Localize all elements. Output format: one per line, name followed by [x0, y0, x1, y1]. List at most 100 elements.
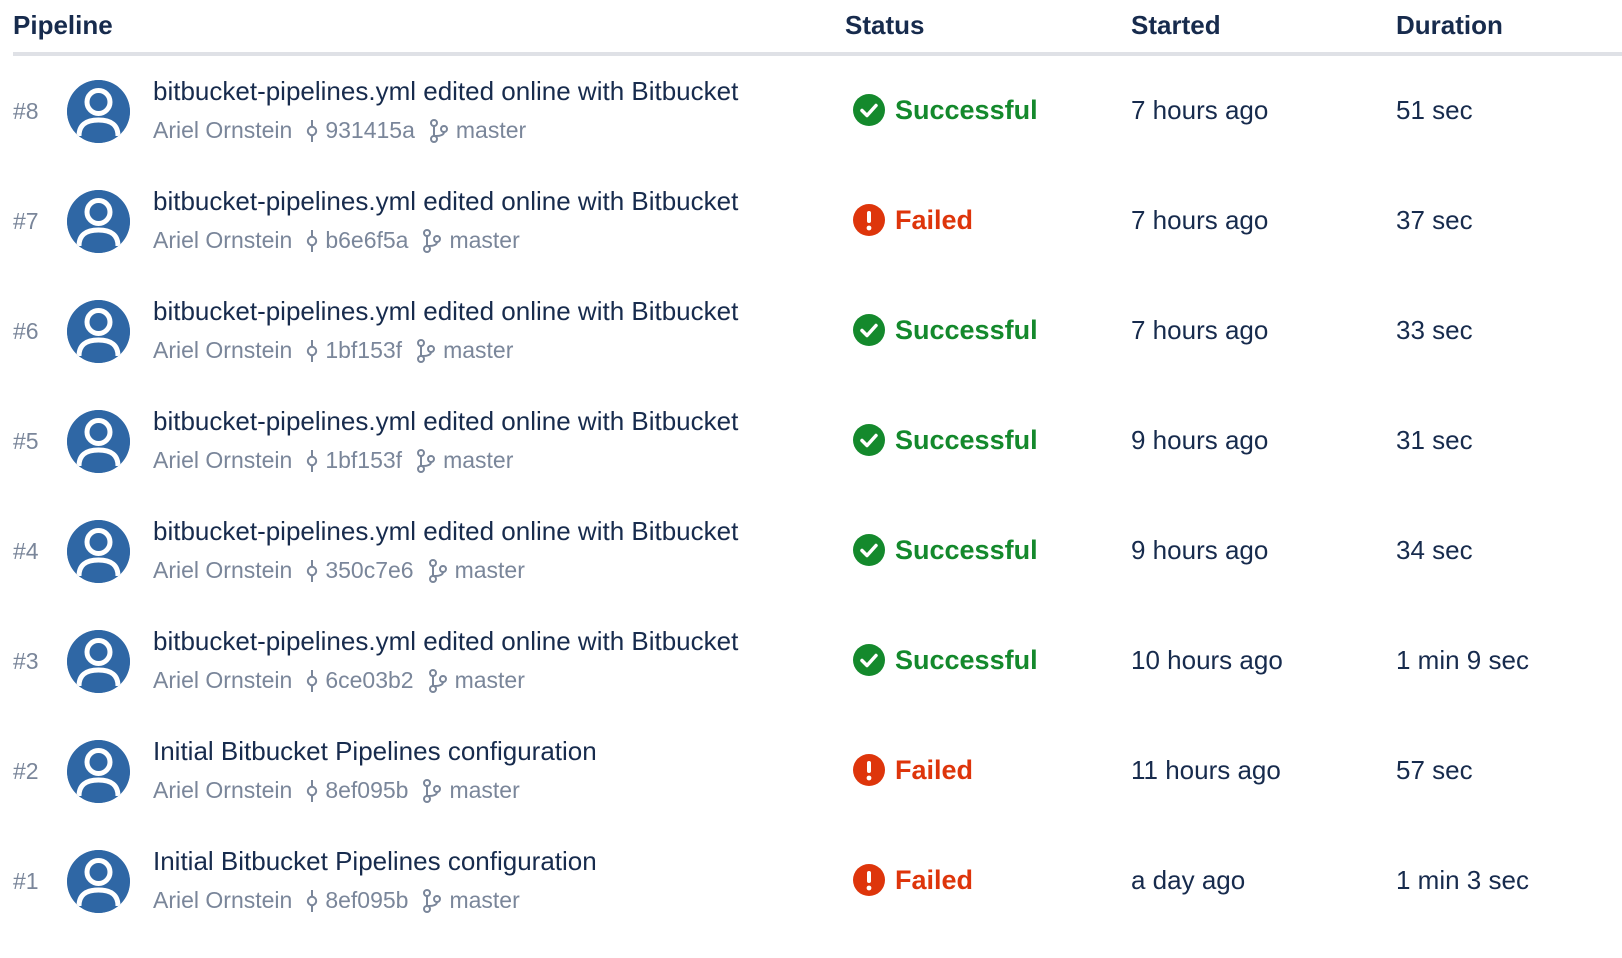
started-time: 11 hours ago — [1131, 755, 1281, 785]
branch-name-link[interactable]: master — [449, 227, 519, 254]
pipelines-list: #8 bitbucket-pipelines.yml edited online… — [13, 56, 1622, 936]
commit-message-link[interactable]: bitbucket-pipelines.yml edited online wi… — [153, 296, 738, 327]
status-label: Successful — [895, 94, 1038, 125]
branch-name-link[interactable]: master — [456, 117, 526, 144]
author-name: Ariel Ornstein — [153, 447, 293, 473]
commit-icon — [306, 119, 318, 143]
commit-meta: Ariel Ornstein 350c7e6 master — [153, 557, 525, 584]
default-avatar-icon — [67, 740, 130, 803]
pipeline-row[interactable]: #3 bitbucket-pipelines.yml edited online… — [13, 606, 1622, 716]
branch-name-link[interactable]: master — [449, 777, 519, 804]
pipeline-row[interactable]: #6 bitbucket-pipelines.yml edited online… — [13, 276, 1622, 386]
pipeline-number[interactable]: #7 — [13, 208, 39, 235]
pipeline-number[interactable]: #3 — [13, 648, 39, 675]
commit-icon — [306, 669, 318, 693]
status-label: Successful — [895, 424, 1038, 455]
default-avatar-icon — [67, 190, 130, 253]
author-name: Ariel Ornstein — [153, 337, 293, 363]
duration-value: 31 sec — [1396, 425, 1473, 455]
author-name: Ariel Ornstein — [153, 557, 293, 583]
commit-meta: Ariel Ornstein b6e6f5a master — [153, 227, 520, 254]
pipeline-number[interactable]: #8 — [13, 98, 39, 125]
pipeline-row[interactable]: #4 bitbucket-pipelines.yml edited online… — [13, 496, 1622, 606]
branch-name-link[interactable]: master — [449, 887, 519, 914]
duration-value: 37 sec — [1396, 205, 1473, 235]
commit-icon — [306, 449, 318, 473]
commit-message-link[interactable]: bitbucket-pipelines.yml edited online wi… — [153, 516, 738, 547]
commit-message-link[interactable]: Initial Bitbucket Pipelines configuratio… — [153, 736, 597, 767]
started-time: 7 hours ago — [1131, 315, 1269, 345]
branch-name-link[interactable]: master — [455, 557, 525, 584]
commit-meta: Ariel Ornstein 8ef095b master — [153, 887, 520, 914]
commit-message-link[interactable]: bitbucket-pipelines.yml edited online wi… — [153, 76, 738, 107]
column-header-started: Started — [1131, 10, 1221, 40]
commit-hash-link[interactable]: 1bf153f — [325, 337, 402, 364]
pipeline-row[interactable]: #5 bitbucket-pipelines.yml edited online… — [13, 386, 1622, 496]
branch-name-link[interactable]: master — [455, 667, 525, 694]
branch-icon — [416, 338, 436, 363]
branch-icon — [422, 228, 442, 253]
author-name: Ariel Ornstein — [153, 117, 293, 143]
status-badge: Successful — [853, 644, 1038, 676]
started-time: 9 hours ago — [1131, 425, 1269, 455]
check-circle-icon — [853, 644, 885, 676]
status-badge: Successful — [853, 534, 1038, 566]
check-circle-icon — [853, 94, 885, 126]
status-badge: Successful — [853, 424, 1038, 456]
branch-icon — [429, 118, 449, 143]
commit-hash-link[interactable]: 350c7e6 — [325, 557, 413, 584]
commit-hash-link[interactable]: 6ce03b2 — [325, 667, 413, 694]
commit-icon — [306, 339, 318, 363]
pipeline-number[interactable]: #6 — [13, 318, 39, 345]
pipeline-row[interactable]: #2 Initial Bitbucket Pipelines configura… — [13, 716, 1622, 826]
commit-icon — [306, 559, 318, 583]
commit-message-link[interactable]: bitbucket-pipelines.yml edited online wi… — [153, 186, 738, 217]
branch-name-link[interactable]: master — [443, 337, 513, 364]
status-label: Failed — [895, 754, 974, 785]
author-name: Ariel Ornstein — [153, 777, 293, 803]
commit-hash-link[interactable]: 8ef095b — [325, 777, 408, 804]
status-badge: Failed — [853, 864, 973, 896]
pipeline-number[interactable]: #2 — [13, 758, 39, 785]
status-badge: Failed — [853, 204, 973, 236]
duration-value: 33 sec — [1396, 315, 1473, 345]
status-label: Failed — [895, 204, 974, 235]
commit-icon — [306, 889, 318, 913]
commit-hash-link[interactable]: 8ef095b — [325, 887, 408, 914]
commit-meta: Ariel Ornstein 1bf153f master — [153, 337, 513, 364]
branch-icon — [428, 668, 448, 693]
table-header: Pipeline Status Started Duration — [13, 0, 1622, 56]
pipeline-number[interactable]: #5 — [13, 428, 39, 455]
column-header-status: Status — [845, 10, 925, 40]
commit-meta: Ariel Ornstein 6ce03b2 master — [153, 667, 525, 694]
commit-message-link[interactable]: bitbucket-pipelines.yml edited online wi… — [153, 406, 738, 437]
status-label: Failed — [895, 864, 974, 895]
error-circle-icon — [853, 864, 885, 896]
status-badge: Successful — [853, 314, 1038, 346]
branch-name-link[interactable]: master — [443, 447, 513, 474]
status-badge: Successful — [853, 94, 1038, 126]
commit-hash-link[interactable]: b6e6f5a — [325, 227, 408, 254]
commit-hash-link[interactable]: 1bf153f — [325, 447, 402, 474]
pipeline-number[interactable]: #4 — [13, 538, 39, 565]
branch-icon — [416, 448, 436, 473]
pipeline-row[interactable]: #8 bitbucket-pipelines.yml edited online… — [13, 56, 1622, 166]
author-name: Ariel Ornstein — [153, 227, 293, 253]
duration-value: 1 min 3 sec — [1396, 865, 1529, 895]
commit-hash-link[interactable]: 931415a — [325, 117, 415, 144]
commit-icon — [306, 779, 318, 803]
default-avatar-icon — [67, 630, 130, 693]
pipeline-row[interactable]: #1 Initial Bitbucket Pipelines configura… — [13, 826, 1622, 936]
commit-icon — [306, 229, 318, 253]
started-time: 7 hours ago — [1131, 95, 1269, 125]
commit-message-link[interactable]: bitbucket-pipelines.yml edited online wi… — [153, 626, 738, 657]
column-header-duration: Duration — [1396, 10, 1503, 40]
error-circle-icon — [853, 754, 885, 786]
pipeline-number[interactable]: #1 — [13, 868, 39, 895]
duration-value: 51 sec — [1396, 95, 1473, 125]
started-time: a day ago — [1131, 865, 1246, 895]
commit-message-link[interactable]: Initial Bitbucket Pipelines configuratio… — [153, 846, 597, 877]
pipeline-row[interactable]: #7 bitbucket-pipelines.yml edited online… — [13, 166, 1622, 276]
default-avatar-icon — [67, 80, 130, 143]
default-avatar-icon — [67, 850, 130, 913]
